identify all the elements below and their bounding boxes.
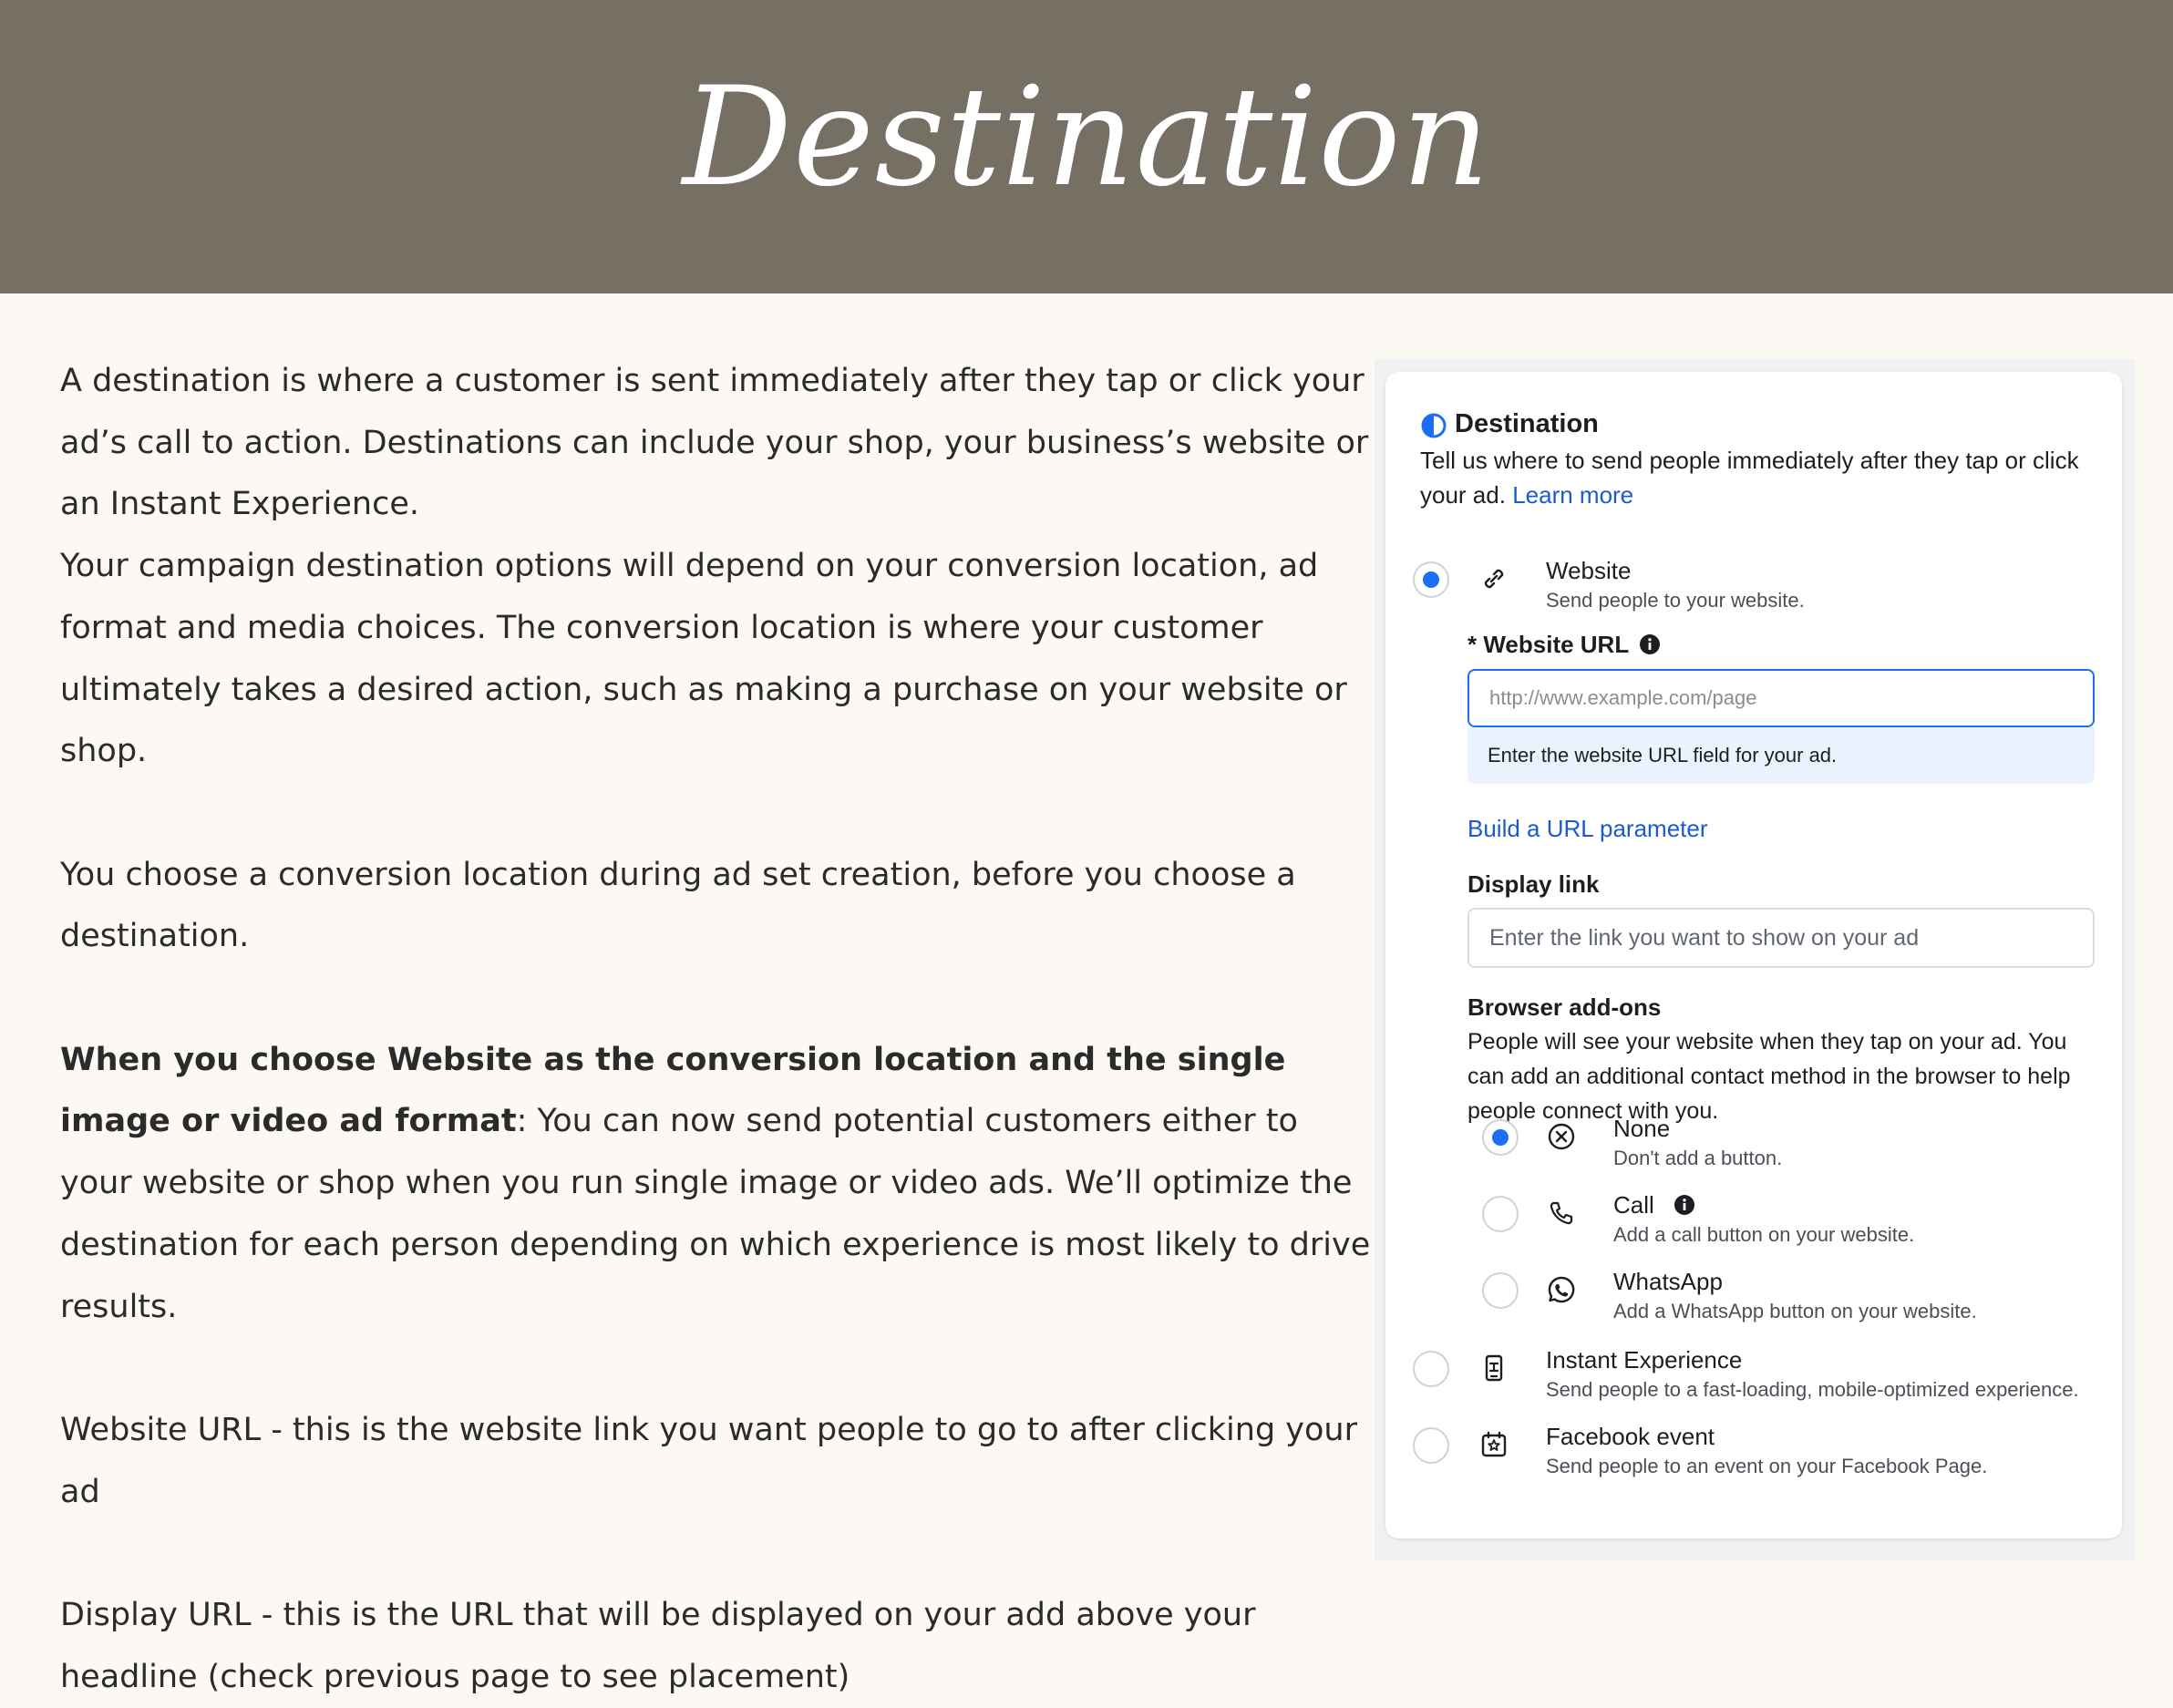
website-url-input[interactable]: http://www.example.com/page: [1468, 669, 2095, 727]
instant-experience-radio[interactable]: [1413, 1351, 1449, 1387]
calendar-star-icon: [1481, 1431, 1507, 1457]
call-option-label: Call: [1613, 1191, 1654, 1219]
instant-experience-label: Instant Experience: [1546, 1346, 1743, 1374]
website-radio[interactable]: [1413, 561, 1449, 598]
browser-addons-label: Browser add-ons: [1468, 993, 1662, 1021]
whatsapp-option-label: WhatsApp: [1613, 1268, 1723, 1295]
website-option-label: Website: [1546, 557, 1632, 584]
build-url-parameter-link[interactable]: Build a URL parameter: [1468, 815, 1708, 843]
info-icon: [1674, 1195, 1694, 1215]
display-link-input[interactable]: Enter the link you want to show on your …: [1468, 908, 2095, 968]
website-url-paragraph: Website URL - this is the website link y…: [60, 1411, 1358, 1510]
options-paragraph: Your campaign destination options will d…: [60, 548, 1347, 770]
info-icon: [1640, 634, 1660, 654]
facebook-event-radio[interactable]: [1413, 1427, 1449, 1464]
intro-paragraph: A destination is where a customer is sen…: [60, 363, 1369, 523]
none-radio[interactable]: [1482, 1119, 1519, 1156]
facebook-event-label: Facebook event: [1546, 1423, 1715, 1450]
call-radio[interactable]: [1482, 1196, 1519, 1232]
instant-experience-sub: Send people to a fast-loading, mobile-op…: [1546, 1378, 2079, 1401]
body-text-column: A destination is where a customer is sen…: [60, 351, 1373, 1708]
website-url-hint: Enter the website URL field for your ad.: [1468, 727, 2095, 784]
facebook-event-sub: Send people to an event on your Facebook…: [1546, 1455, 1988, 1477]
whatsapp-icon: [1548, 1276, 1575, 1303]
whatsapp-radio[interactable]: [1482, 1272, 1519, 1309]
conversion-location-paragraph: You choose a conversion location during …: [60, 856, 1296, 955]
display-link-label: Display link: [1468, 870, 1600, 898]
website-option-sub: Send people to your website.: [1546, 589, 1805, 612]
panel-description: Tell us where to send people immediately…: [1420, 443, 2095, 512]
destination-panel: Destination Tell us where to send people…: [1385, 372, 2122, 1538]
browser-addons-description: People will see your website when they t…: [1468, 1029, 2071, 1124]
link-icon: [1484, 569, 1504, 589]
call-option-sub: Add a call button on your website.: [1613, 1223, 1915, 1246]
whatsapp-option-sub: Add a WhatsApp button on your website.: [1613, 1300, 1977, 1322]
page-header: Destination: [0, 0, 2173, 293]
panel-title: Destination: [1455, 409, 1599, 438]
none-option-label: None: [1613, 1115, 1671, 1142]
phone-icon: [1550, 1201, 1573, 1225]
page-title: Destination: [682, 58, 1491, 217]
website-format-paragraph: When you choose Website as the conversio…: [60, 1030, 1373, 1339]
learn-more-link[interactable]: Learn more: [1512, 481, 1633, 509]
display-url-paragraph: Display URL - this is the URL that will …: [60, 1597, 1256, 1695]
screenshot-frame: Destination Tell us where to send people…: [1375, 359, 2135, 1560]
cancel-circle-icon: [1548, 1123, 1575, 1150]
none-option-sub: Don't add a button.: [1613, 1147, 1783, 1169]
half-circle-icon: [1421, 413, 1447, 438]
website-url-label: * Website URL: [1468, 631, 1630, 658]
instant-experience-icon: [1485, 1354, 1503, 1382]
